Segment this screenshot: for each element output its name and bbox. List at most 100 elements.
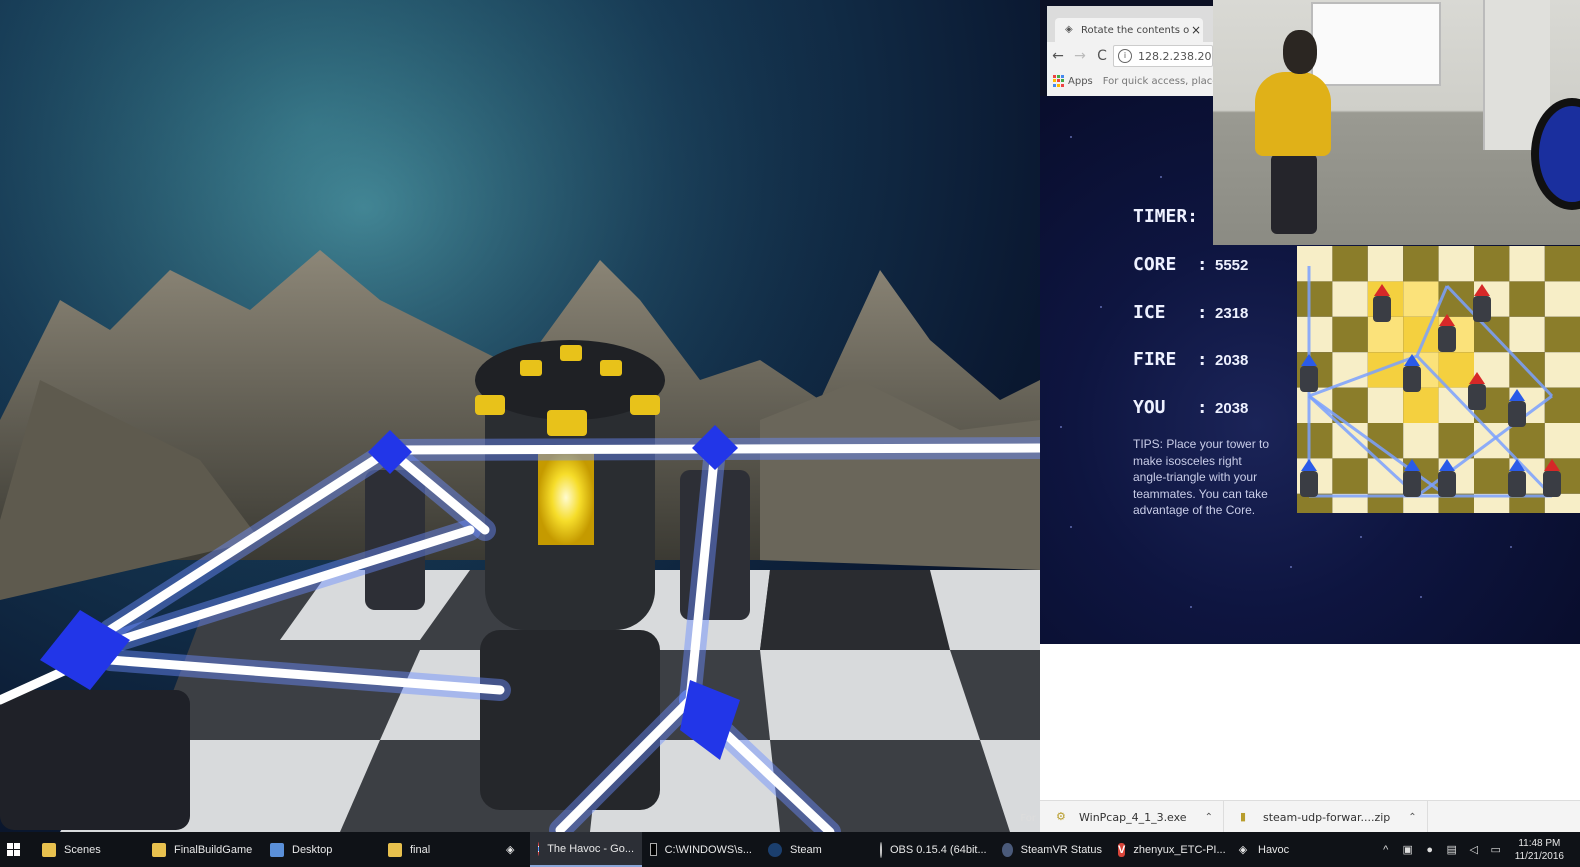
taskbar-item-chrome[interactable]: The Havoc - Go...	[530, 832, 642, 867]
clock-time: 11:48 PM	[1518, 837, 1561, 849]
windows-taskbar: Scenes FinalBuildGame Desktop final ◈ Th…	[0, 832, 1580, 867]
board-cell	[1438, 281, 1474, 317]
download-item[interactable]: ⚙ WinPcap_4_1_3.exe ⌃	[1040, 801, 1224, 833]
network-icon[interactable]: ▤	[1445, 843, 1459, 857]
stat-row-fire: FIRE : 2038	[1133, 349, 1248, 370]
board-cell	[1332, 281, 1368, 317]
browser-tab[interactable]: ◈ Rotate the contents of a ×	[1055, 18, 1203, 42]
folder-icon	[152, 842, 166, 857]
stat-value-ice: 2318	[1215, 305, 1249, 322]
taskbar-label: C:\WINDOWS\s...	[664, 843, 752, 856]
whiteboard	[1311, 2, 1441, 86]
tab-title: Rotate the contents of a	[1081, 24, 1189, 36]
game-overlay-text: For	[1020, 813, 1036, 824]
unity-icon: ◈	[1238, 844, 1248, 856]
apps-link[interactable]: Apps	[1068, 76, 1093, 87]
board-cell	[1403, 387, 1439, 423]
tab-strip: ◈ Rotate the contents of a ×	[1047, 6, 1213, 42]
board-cell	[1367, 316, 1404, 353]
player-legs	[1271, 154, 1317, 234]
browser-window[interactable]: ◈ Rotate the contents of a × ← → C i 128…	[1047, 6, 1213, 96]
chevron-up-icon[interactable]: ^	[1379, 843, 1393, 857]
board-cell	[1544, 246, 1580, 282]
stat-colon: :	[1199, 398, 1206, 417]
taskbar-item-cmd[interactable]: C:\WINDOWS\s...	[642, 832, 760, 867]
stat-row-ice: ICE : 2318	[1133, 302, 1248, 323]
download-name: WinPcap_4_1_3.exe	[1079, 810, 1187, 824]
download-item[interactable]: ▮ steam-udp-forwar....zip ⌃	[1224, 801, 1428, 833]
board-cell	[1297, 316, 1333, 353]
chevron-up-icon[interactable]: ⌃	[1205, 812, 1213, 823]
board-cell	[1544, 281, 1580, 317]
taskbar-item-unity[interactable]: ◈	[498, 832, 530, 867]
taskbar-label: final	[410, 843, 431, 856]
board-cell	[1297, 281, 1333, 317]
board-cell	[1332, 246, 1368, 282]
board-cell	[1367, 352, 1404, 388]
download-name: steam-udp-forwar....zip	[1262, 810, 1391, 824]
stat-row-you: YOU : 2038	[1133, 397, 1248, 418]
notification-icon[interactable]: ▭	[1489, 843, 1503, 857]
board-cell	[1367, 458, 1404, 494]
board-cell	[1438, 246, 1474, 282]
close-icon[interactable]: ×	[1189, 23, 1203, 37]
stat-colon: :	[1199, 303, 1206, 322]
address-bar[interactable]: i 128.2.238.207	[1113, 45, 1213, 67]
obs-icon	[880, 841, 882, 858]
tray-app-icon[interactable]: ▣	[1401, 843, 1415, 857]
board-cell	[1474, 246, 1510, 282]
stat-colon: :	[1199, 350, 1206, 369]
taskbar-item-steamvr[interactable]: SteamVR Status	[994, 832, 1110, 867]
taskbar-item-desktop[interactable]: Desktop	[262, 832, 380, 867]
back-icon[interactable]: ←	[1047, 48, 1069, 64]
chevron-up-icon[interactable]: ⌃	[1408, 812, 1416, 823]
taskbar-label: Steam	[790, 843, 822, 856]
windows-icon	[6, 843, 20, 856]
apps-grid-icon[interactable]	[1053, 75, 1064, 87]
stat-colon: :	[1199, 255, 1206, 274]
taskbar-item-final[interactable]: final	[380, 832, 498, 867]
stat-value-fire: 2038	[1215, 352, 1249, 369]
start-button[interactable]	[0, 843, 26, 856]
unity-icon: ◈	[506, 844, 515, 856]
taskbar-item-havoc[interactable]: ◈ Havoc	[1228, 832, 1318, 867]
taskbar-item-steam[interactable]: Steam	[760, 832, 872, 867]
browser-toolbar: ← → C i 128.2.238.207	[1047, 42, 1213, 70]
clock[interactable]: 11:48 PM 11/21/2016	[1515, 837, 1564, 863]
game-viewport[interactable]: For	[0, 0, 1040, 832]
taskbar-item-obs[interactable]: OBS 0.15.4 (64bit...	[872, 832, 994, 867]
board-cell	[1544, 423, 1580, 459]
taskbar-label: The Havoc - Go...	[547, 842, 634, 855]
address-text: 128.2.238.207	[1138, 49, 1213, 63]
forward-icon[interactable]: →	[1069, 48, 1091, 64]
folder-icon	[388, 842, 402, 857]
timer-label: TIMER:	[1133, 206, 1199, 227]
stat-label-you: YOU	[1133, 397, 1166, 418]
zip-icon: ▮	[1239, 810, 1247, 823]
taskbar-item-finalbuildgame[interactable]: FinalBuildGame	[144, 832, 262, 867]
info-icon[interactable]: i	[1118, 49, 1132, 63]
stat-label-ice: ICE	[1133, 302, 1166, 323]
vivaldi-icon: V	[1118, 842, 1126, 857]
board-cell	[1403, 281, 1439, 317]
board-grid	[1297, 246, 1580, 530]
stat-label-fire: FIRE	[1133, 349, 1177, 370]
player-body	[1255, 72, 1331, 156]
folder-icon	[270, 842, 284, 857]
board-cell	[1297, 246, 1333, 282]
board-cell	[1544, 352, 1580, 388]
board-cell	[1332, 423, 1368, 459]
board-minimap[interactable]	[1297, 246, 1580, 530]
downloads-shelf: ⚙ WinPcap_4_1_3.exe ⌃ ▮ steam-udp-forwar…	[1040, 800, 1580, 833]
board-cell	[1367, 246, 1404, 282]
taskbar-label: Havoc	[1258, 843, 1290, 856]
volume-icon[interactable]: ◁	[1467, 843, 1481, 857]
taskbar-item-scenes[interactable]: Scenes	[26, 832, 144, 867]
stat-row-core: CORE : 5552	[1133, 254, 1248, 275]
stat-label-core: CORE	[1133, 254, 1177, 275]
board-cell	[1403, 246, 1439, 282]
steam-tray-icon[interactable]: ●	[1423, 843, 1437, 857]
taskbar-item-vivaldi[interactable]: V zhenyux_ETC-PI...	[1110, 832, 1228, 867]
reload-icon[interactable]: C	[1091, 48, 1113, 64]
taskbar-label: OBS 0.15.4 (64bit...	[890, 843, 987, 856]
